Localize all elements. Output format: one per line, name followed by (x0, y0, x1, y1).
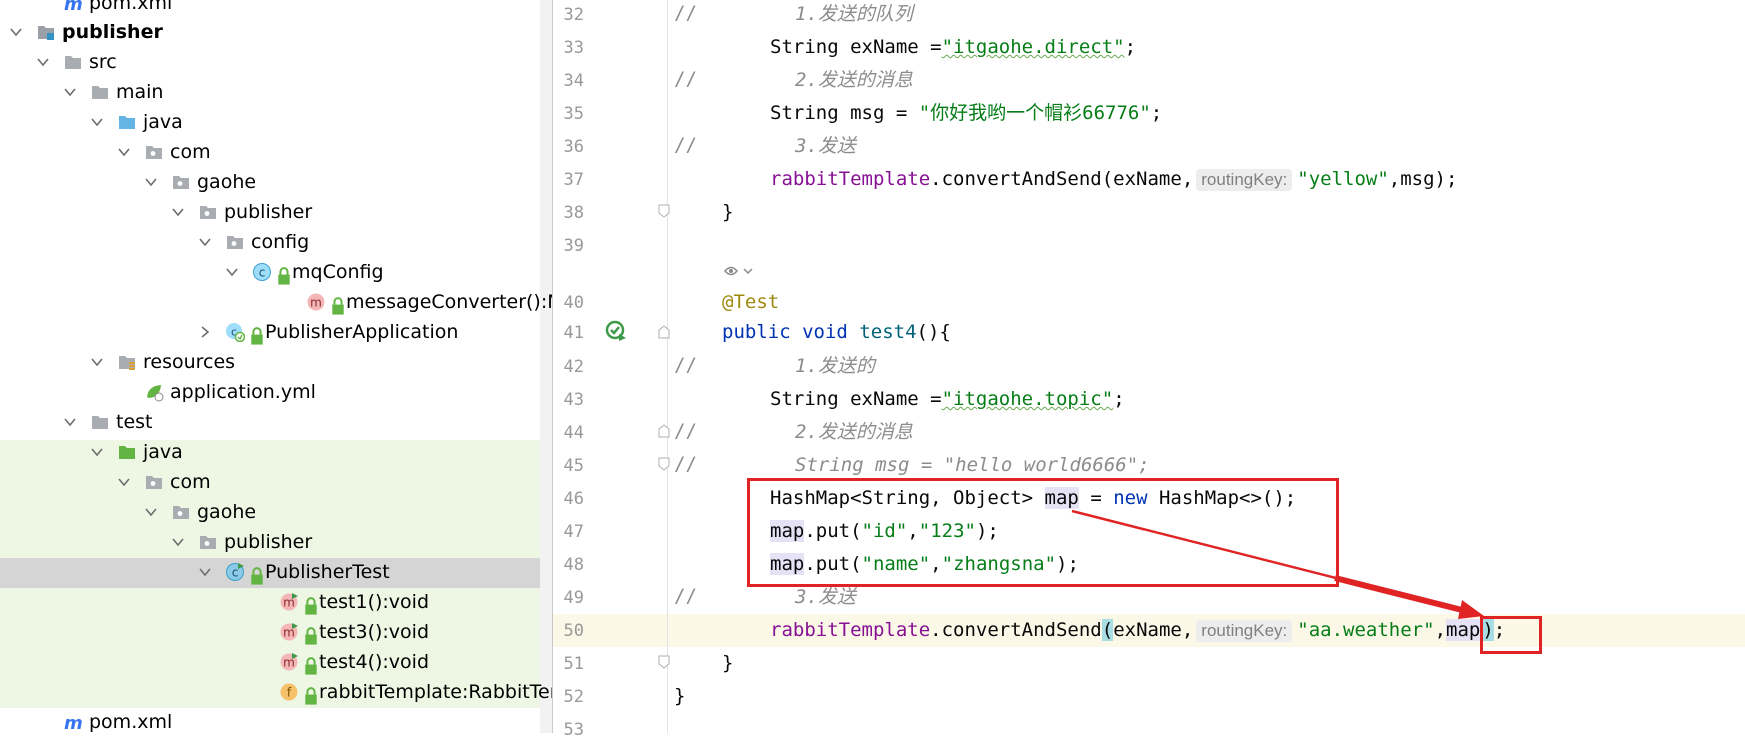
annotation-arrow (1071, 509, 1484, 619)
